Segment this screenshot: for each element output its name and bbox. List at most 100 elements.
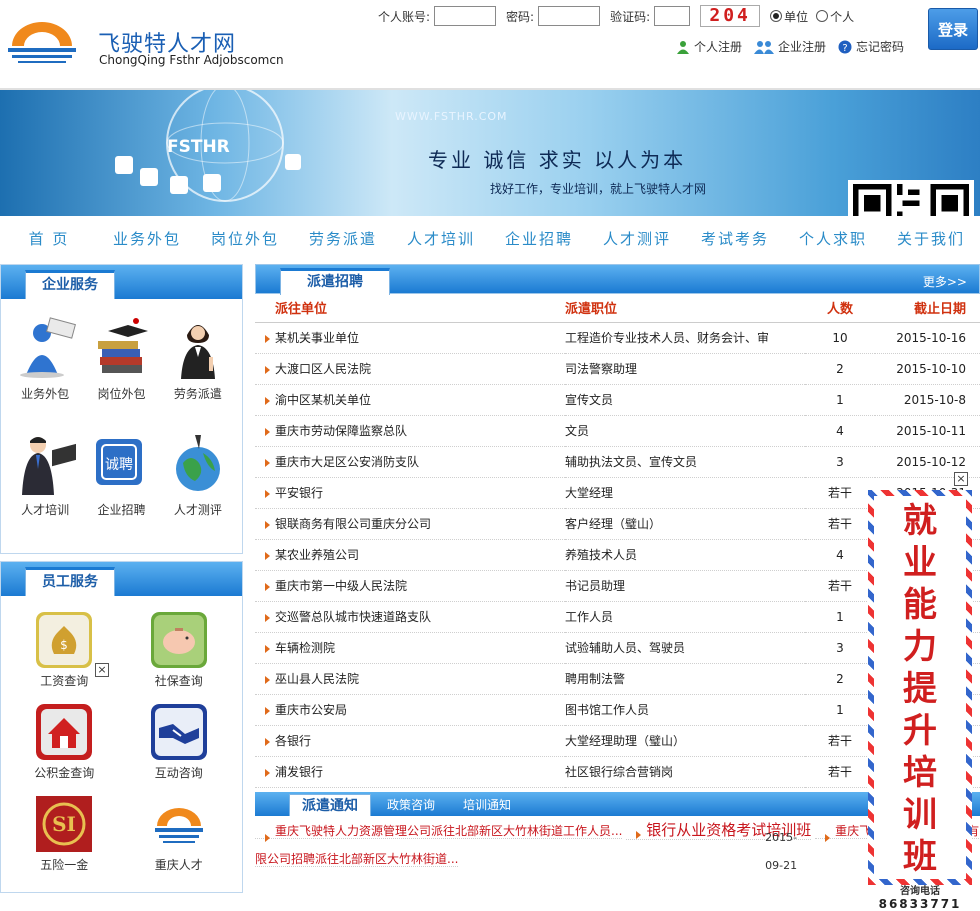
login-button[interactable]: 登录: [928, 8, 978, 50]
service-salary-query[interactable]: $ 工资查询: [7, 606, 122, 698]
col-position: 派遣职位: [565, 294, 805, 323]
job-position[interactable]: 社区银行综合营销岗: [565, 756, 805, 788]
radio-person-indicator[interactable]: [816, 10, 829, 22]
money-bag-icon: $: [36, 612, 93, 668]
recruit-icon: 诚聘: [96, 439, 143, 485]
nav-business-outsourcing[interactable]: 业务外包: [98, 228, 196, 249]
job-count: 3: [805, 446, 875, 478]
password-input[interactable]: [538, 6, 601, 26]
account-input[interactable]: [434, 6, 497, 26]
company-register-link[interactable]: 企业注册: [754, 38, 826, 55]
nav-about-us[interactable]: 关于我们: [882, 228, 980, 249]
service-housing-fund-query[interactable]: 公积金查询: [7, 698, 122, 790]
site-logo-icon[interactable]: [6, 16, 78, 68]
job-unit[interactable]: 某农业养殖公司: [255, 539, 565, 571]
service-talent-assessment[interactable]: 人才测评: [160, 429, 236, 545]
job-unit[interactable]: 某机关事业单位: [255, 322, 565, 354]
person-register-link[interactable]: 个人注册: [676, 38, 742, 55]
nav-labor-dispatch[interactable]: 劳务派遣: [294, 228, 392, 249]
job-position[interactable]: 大堂经理助理（璧山）: [565, 725, 805, 757]
col-count: 人数: [805, 294, 875, 323]
job-position[interactable]: 聘用制法警: [565, 663, 805, 695]
service-label: 互动咨询: [154, 766, 203, 780]
job-unit[interactable]: 大渡口区人民法院: [255, 353, 565, 385]
tab-policy-consult[interactable]: 政策咨询: [375, 794, 447, 816]
ad-title-char: 班: [903, 837, 937, 877]
job-unit[interactable]: 浦发银行: [255, 756, 565, 788]
job-unit[interactable]: 巫山县人民法院: [255, 663, 565, 695]
job-position[interactable]: 工程造价专业技术人员、财务会计、审: [565, 322, 805, 354]
job-row[interactable]: 重庆市劳动保障监察总队 文员 4 2015-10-11: [255, 415, 980, 447]
ad-title-char: 能: [903, 585, 937, 625]
job-unit[interactable]: 重庆市劳动保障监察总队: [255, 415, 565, 447]
service-labor-dispatch[interactable]: 劳务派遣: [160, 313, 236, 429]
job-unit[interactable]: 重庆市大足区公安消防支队: [255, 446, 565, 478]
notice-item[interactable]: 重庆飞驶特人力资源管理公司派往北部新区大竹林街道工作人员...: [255, 824, 623, 839]
job-row[interactable]: 某机关事业单位 工程造价专业技术人员、财务会计、审 10 2015-10-16: [255, 322, 980, 354]
job-unit[interactable]: 渝中区某机关单位: [255, 384, 565, 416]
job-unit[interactable]: 重庆市第一中级人民法院: [255, 570, 565, 602]
captcha-image[interactable]: 204: [700, 5, 761, 27]
job-unit[interactable]: 交巡警总队城市快速道路支队: [255, 601, 565, 633]
more-link[interactable]: 更多>>: [923, 273, 967, 290]
job-position[interactable]: 辅助执法文员、宣传文员: [565, 446, 805, 478]
job-deadline: 2015-10-11: [875, 415, 980, 447]
job-position[interactable]: 文员: [565, 415, 805, 447]
ad-title-char: 提: [903, 669, 937, 709]
nav-enterprise-recruit[interactable]: 企业招聘: [490, 228, 588, 249]
nav-home[interactable]: 首 页: [0, 228, 98, 249]
job-position[interactable]: 书记员助理: [565, 570, 805, 602]
job-position[interactable]: 图书馆工作人员: [565, 694, 805, 726]
job-row[interactable]: 重庆市大足区公安消防支队 辅助执法文员、宣传文员 3 2015-10-12: [255, 446, 980, 478]
forgot-password-link[interactable]: ? 忘记密码: [838, 38, 904, 55]
job-position[interactable]: 宣传文员: [565, 384, 805, 416]
close-ad-icon[interactable]: ×: [954, 472, 968, 486]
enterprise-service-panel: 企业服务 业务外包 岗位外包 劳务派遣 人才培训 诚聘 企业招聘 人才测评: [0, 264, 243, 554]
job-unit[interactable]: 各银行: [255, 725, 565, 757]
tab-dispatch-notice[interactable]: 派遣通知: [289, 794, 371, 816]
radio-unit-indicator[interactable]: [770, 10, 783, 22]
service-chongqing-talent[interactable]: 重庆人才: [122, 790, 237, 882]
service-enterprise-recruit[interactable]: 诚聘 企业招聘: [83, 429, 159, 545]
job-position[interactable]: 养殖技术人员: [565, 539, 805, 571]
business-outsourcing-icon: [20, 317, 77, 378]
job-row[interactable]: 渝中区某机关单位 宣传文员 1 2015-10-8: [255, 384, 980, 416]
si-seal-icon: SI: [36, 796, 93, 852]
radio-unit[interactable]: 单位: [770, 8, 808, 25]
service-position-outsourcing[interactable]: 岗位外包: [83, 313, 159, 429]
job-position[interactable]: 司法警察助理: [565, 353, 805, 385]
service-social-security-query[interactable]: 社保查询: [122, 606, 237, 698]
nav-position-outsourcing[interactable]: 岗位外包: [196, 228, 294, 249]
nav-talent-training[interactable]: 人才培训: [392, 228, 490, 249]
radio-person[interactable]: 个人: [816, 8, 854, 25]
forgot-password-label: 忘记密码: [856, 40, 905, 54]
nav-talent-assessment[interactable]: 人才测评: [588, 228, 686, 249]
nav-job-seeking[interactable]: 个人求职: [784, 228, 882, 249]
main-nav: 首 页 业务外包 岗位外包 劳务派遣 人才培训 企业招聘 人才测评 考试考务 个…: [0, 216, 980, 260]
svg-text:$: $: [60, 638, 68, 652]
sidebar: 企业服务 业务外包 岗位外包 劳务派遣 人才培训 诚聘 企业招聘 人才测评 员工…: [0, 264, 243, 893]
job-row[interactable]: 大渡口区人民法院 司法警察助理 2 2015-10-10: [255, 353, 980, 385]
service-business-outsourcing[interactable]: 业务外包: [7, 313, 83, 429]
job-position[interactable]: 工作人员: [565, 601, 805, 633]
job-position[interactable]: 试验辅助人员、驾驶员: [565, 632, 805, 664]
job-count: 若干: [805, 570, 875, 602]
tab-training-notice[interactable]: 培训通知: [451, 794, 523, 816]
service-interactive-consult[interactable]: 互动咨询: [122, 698, 237, 790]
nav-exam-affairs[interactable]: 考试考务: [686, 228, 784, 249]
service-five-insurance[interactable]: SI 五险一金: [7, 790, 122, 882]
service-talent-training[interactable]: 人才培训: [7, 429, 83, 545]
floating-ad[interactable]: 就业能力提升培训班 咨询电话 86833771: [868, 490, 972, 911]
banner-logo-text: FSTHR: [167, 137, 230, 157]
service-label: 企业招聘: [97, 503, 146, 517]
job-position[interactable]: 大堂经理: [565, 477, 805, 509]
job-position[interactable]: 客户经理（璧山）: [565, 508, 805, 540]
job-count: 4: [805, 539, 875, 571]
job-unit[interactable]: 银联商务有限公司重庆分公司: [255, 508, 565, 540]
close-icon[interactable]: ×: [95, 663, 109, 677]
job-unit[interactable]: 车辆检测院: [255, 632, 565, 664]
job-unit[interactable]: 重庆市公安局: [255, 694, 565, 726]
account-label: 个人账号:: [378, 9, 431, 24]
job-unit[interactable]: 平安银行: [255, 477, 565, 509]
captcha-input[interactable]: [654, 6, 691, 26]
